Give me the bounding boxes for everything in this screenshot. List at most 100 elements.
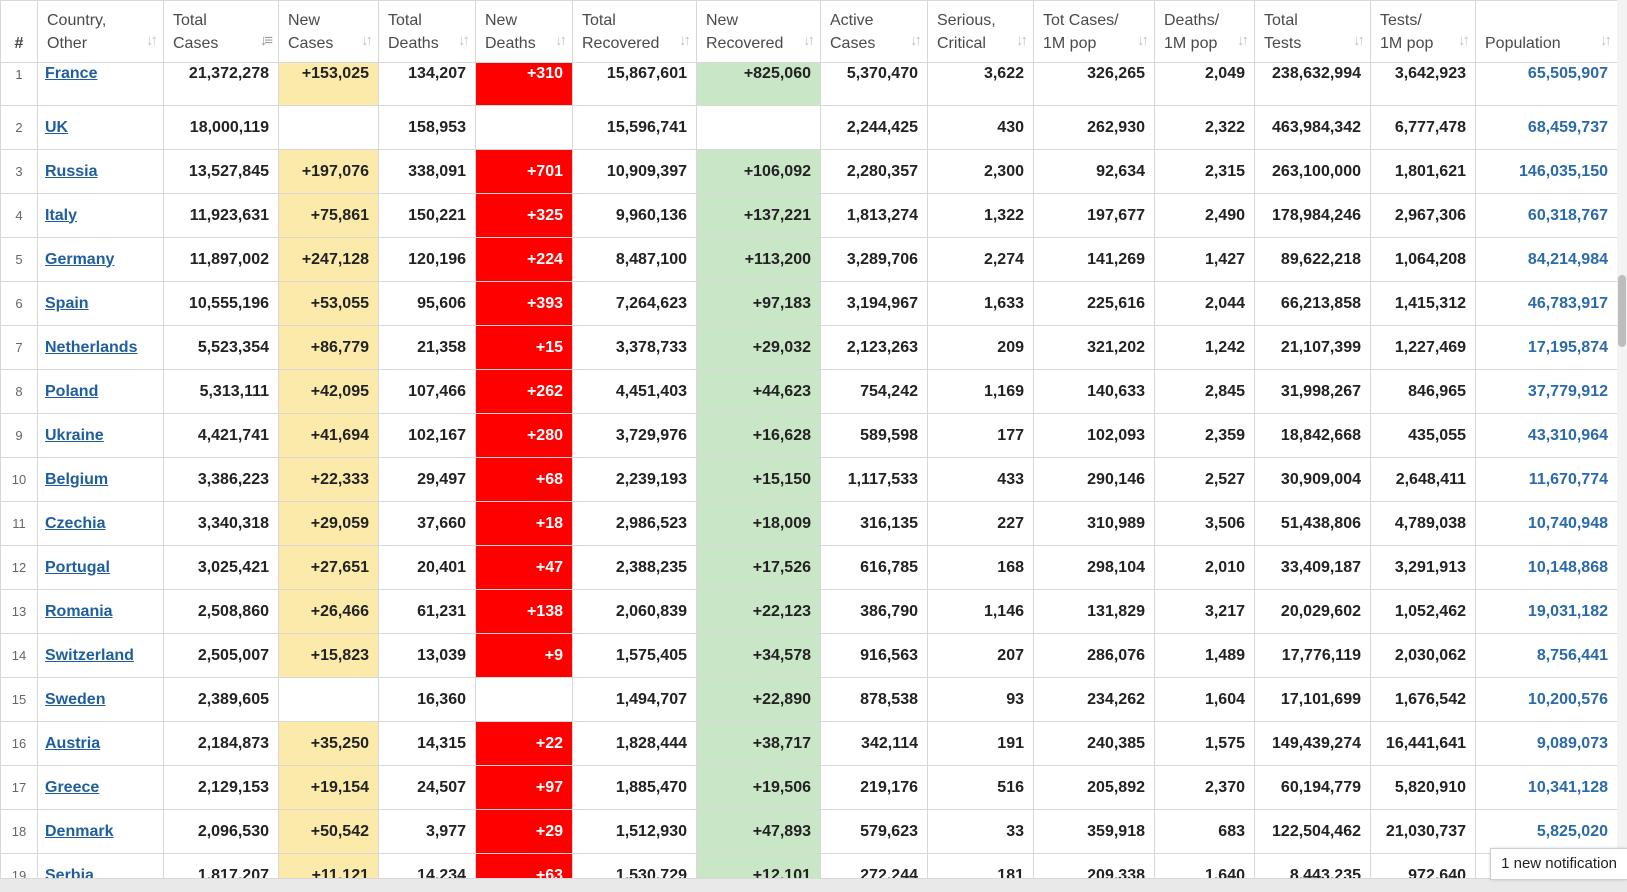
country-cell[interactable]: Sweden (37, 677, 164, 722)
country-cell[interactable]: Russia (37, 149, 164, 194)
country-cell[interactable]: Switzerland (37, 633, 164, 678)
sort-icon[interactable]: ↓↑ (555, 33, 567, 49)
total-deaths-cell: 120,196 (378, 237, 476, 282)
population-link[interactable]: 146,035,150 (1475, 149, 1617, 194)
sort-icon[interactable]: ↓↑ (1458, 33, 1470, 49)
population-link[interactable]: 84,214,984 (1475, 237, 1617, 282)
country-cell[interactable]: Greece (37, 765, 164, 810)
column-header-tot-cases-per-1m[interactable]: Tot Cases/1M pop ↓↑ (1033, 0, 1155, 63)
population-link[interactable]: 68,459,737 (1475, 105, 1617, 150)
active-cases-cell: 2,280,357 (820, 149, 928, 194)
country-link[interactable]: Serbia (45, 867, 94, 879)
population-link[interactable]: 65,505,907 (1475, 62, 1617, 106)
deaths-per-1m-cell: 2,359 (1154, 413, 1255, 458)
country-link[interactable]: Czechia (45, 515, 105, 532)
scrollbar-thumb[interactable] (1618, 275, 1626, 347)
sort-icon[interactable]: ↓↑ (1353, 33, 1365, 49)
country-cell[interactable]: Ukraine (37, 413, 164, 458)
country-link[interactable]: France (45, 65, 97, 82)
column-header-population[interactable]: Population ↓↑ (1475, 0, 1617, 63)
country-cell[interactable]: Romania (37, 589, 164, 634)
horizontal-scrollbar[interactable] (0, 878, 1627, 892)
population-link[interactable]: 37,779,912 (1475, 369, 1617, 414)
country-link[interactable]: Russia (45, 163, 97, 180)
country-link[interactable]: Netherlands (45, 339, 137, 356)
new-recovered-cell: +18,009 (696, 501, 821, 546)
sort-icon[interactable]: ↓↑ (1237, 33, 1249, 49)
country-link[interactable]: Portugal (45, 559, 110, 576)
country-link[interactable]: Romania (45, 603, 113, 620)
country-link[interactable]: Germany (45, 251, 114, 268)
tests-per-1m-cell: 2,967,306 (1370, 193, 1476, 238)
country-link[interactable]: Greece (45, 779, 99, 796)
table-viewport[interactable]: # Country, Other ↓↑ Total Cases ↓≡ New Case… (0, 0, 1617, 878)
population-link[interactable]: 10,341,128 (1475, 765, 1617, 810)
country-link[interactable]: Belgium (45, 471, 108, 488)
column-header-new-cases[interactable]: New Cases ↓↑ (278, 0, 379, 63)
sort-icon[interactable]: ↓↑ (361, 33, 373, 49)
column-header-total-deaths[interactable]: Total Deaths ↓↑ (378, 0, 476, 63)
country-cell[interactable]: Belgium (37, 457, 164, 502)
country-link[interactable]: Ukraine (45, 427, 104, 444)
new-recovered-cell: +113,200 (696, 237, 821, 282)
country-cell[interactable]: Czechia (37, 501, 164, 546)
sort-icon[interactable]: ↓↑ (910, 33, 922, 49)
sort-icon[interactable]: ↓↑ (146, 33, 158, 49)
population-link[interactable]: 10,200,576 (1475, 677, 1617, 722)
column-header-rank[interactable]: # (0, 0, 38, 63)
country-link[interactable]: Denmark (45, 823, 113, 840)
country-cell[interactable]: Germany (37, 237, 164, 282)
column-header-total-tests[interactable]: Total Tests ↓↑ (1254, 0, 1371, 63)
sort-icon[interactable]: ↓↑ (1016, 33, 1028, 49)
population-link[interactable]: 11,670,774 (1475, 457, 1617, 502)
rank-cell: 16 (0, 721, 38, 766)
country-cell[interactable]: Austria (37, 721, 164, 766)
sort-desc-icon[interactable]: ↓≡ (260, 33, 273, 49)
country-cell[interactable]: Spain (37, 281, 164, 326)
population-link[interactable]: 19,031,182 (1475, 589, 1617, 634)
column-header-total-cases[interactable]: Total Cases ↓≡ (163, 0, 279, 63)
country-link[interactable]: Sweden (45, 691, 105, 708)
population-link[interactable]: 10,740,948 (1475, 501, 1617, 546)
country-cell[interactable]: Italy (37, 193, 164, 238)
column-header-new-deaths[interactable]: New Deaths ↓↑ (475, 0, 573, 63)
country-cell[interactable]: UK (37, 105, 164, 150)
population-link[interactable]: 8,756,441 (1475, 633, 1617, 678)
sort-icon[interactable]: ↓↑ (679, 33, 691, 49)
column-header-deaths-per-1m[interactable]: Deaths/1M pop ↓↑ (1154, 0, 1255, 63)
population-link[interactable]: 9,089,073 (1475, 721, 1617, 766)
population-link[interactable]: 17,195,874 (1475, 325, 1617, 370)
sort-icon[interactable]: ↓↑ (458, 33, 470, 49)
population-link[interactable]: 46,783,917 (1475, 281, 1617, 326)
sort-icon[interactable]: ↓↑ (803, 33, 815, 49)
country-cell[interactable]: Serbia (37, 853, 164, 879)
country-link[interactable]: Austria (45, 735, 100, 752)
column-header-tests-per-1m[interactable]: Tests/1M pop ↓↑ (1370, 0, 1476, 63)
sort-icon[interactable]: ↓↑ (1600, 33, 1612, 49)
header-line-2: Deaths (388, 35, 439, 52)
rank-cell: 17 (0, 765, 38, 810)
sort-icon[interactable]: ↓↑ (1137, 33, 1149, 49)
country-cell[interactable]: Netherlands (37, 325, 164, 370)
country-cell[interactable]: Poland (37, 369, 164, 414)
vertical-scrollbar[interactable] (1617, 0, 1627, 878)
notification-toast[interactable]: 1 new notification (1490, 848, 1627, 880)
country-link[interactable]: Switzerland (45, 647, 134, 664)
column-header-total-recovered[interactable]: Total Recovered ↓↑ (572, 0, 697, 63)
country-link[interactable]: Spain (45, 295, 89, 312)
population-link[interactable]: 43,310,964 (1475, 413, 1617, 458)
population-link[interactable]: 60,318,767 (1475, 193, 1617, 238)
column-header-country[interactable]: Country, Other ↓↑ (37, 0, 164, 63)
country-link[interactable]: Italy (45, 207, 77, 224)
column-header-new-recovered[interactable]: New Recovered ↓↑ (696, 0, 821, 63)
country-cell[interactable]: Portugal (37, 545, 164, 590)
country-cell[interactable]: France (37, 62, 164, 106)
country-link[interactable]: UK (45, 119, 68, 136)
country-cell[interactable]: Denmark (37, 809, 164, 854)
population-link[interactable]: 5,825,020 (1475, 809, 1617, 854)
new-recovered-cell: +34,578 (696, 633, 821, 678)
column-header-serious-critical[interactable]: Serious, Critical ↓↑ (927, 0, 1034, 63)
column-header-active-cases[interactable]: Active Cases ↓↑ (820, 0, 928, 63)
population-link[interactable]: 10,148,868 (1475, 545, 1617, 590)
country-link[interactable]: Poland (45, 383, 98, 400)
